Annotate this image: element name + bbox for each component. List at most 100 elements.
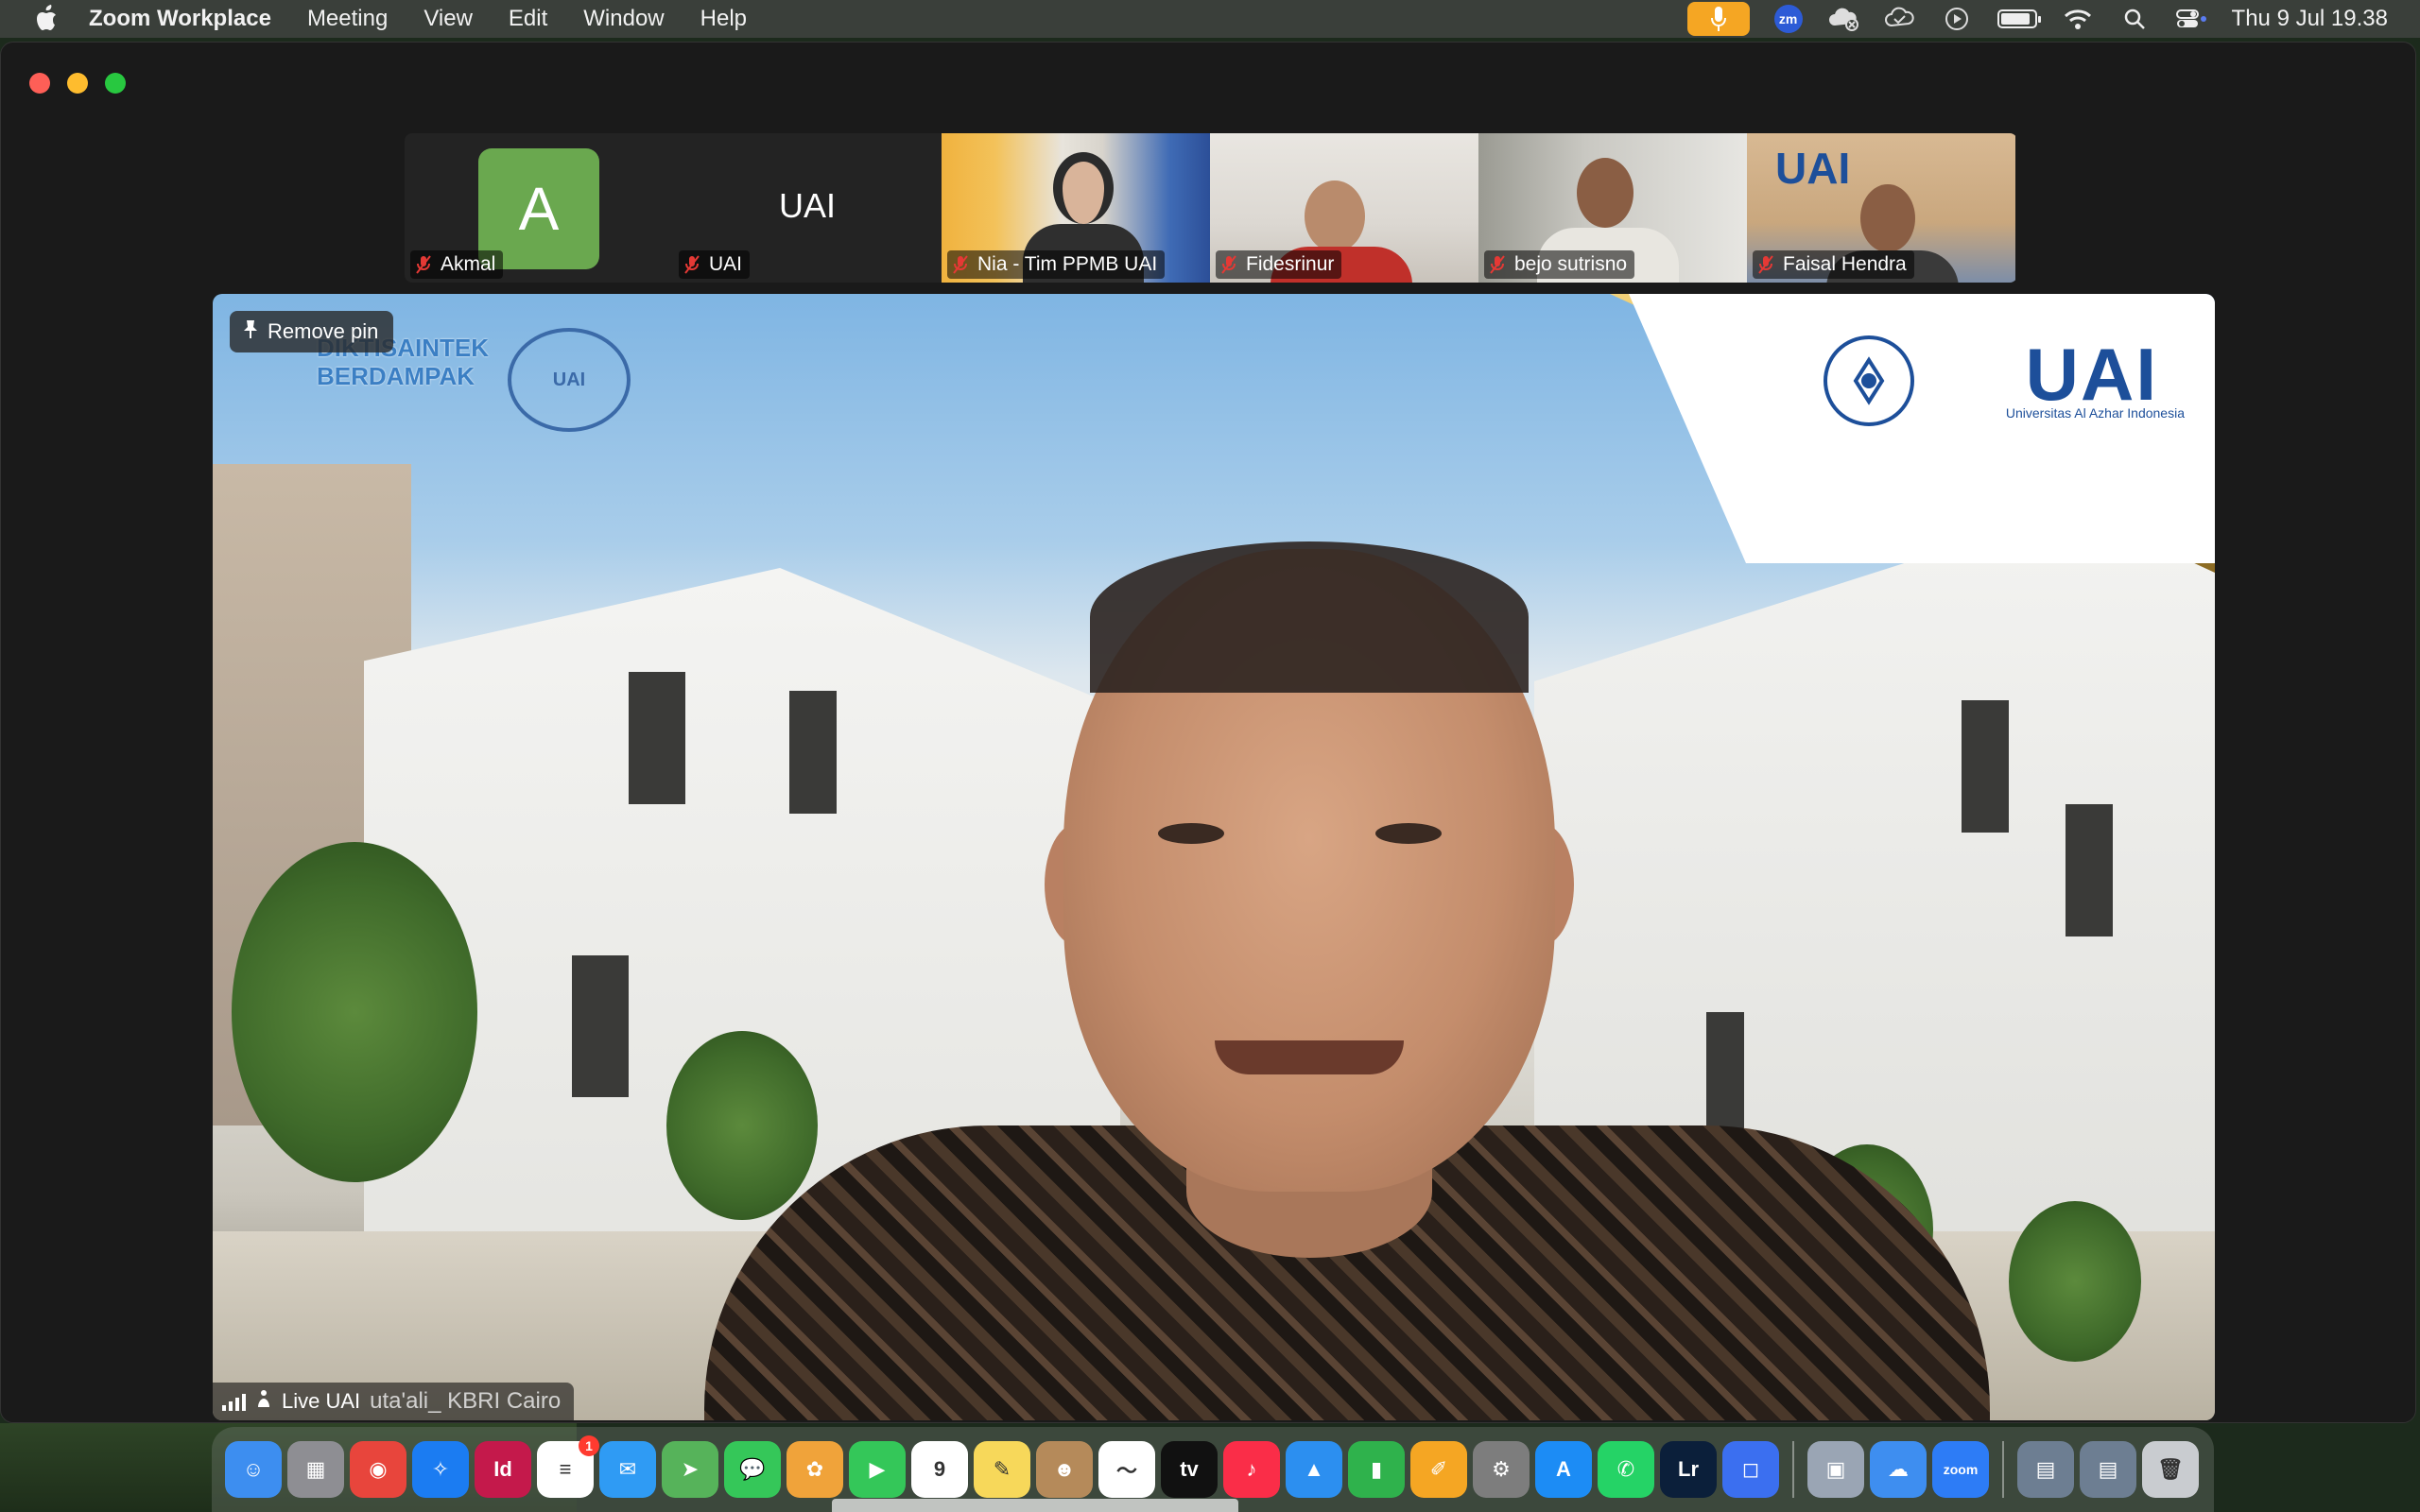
remove-pin-button[interactable]: Remove pin bbox=[230, 311, 394, 352]
participant-label: UAI bbox=[679, 250, 751, 279]
dock-app-system-settings[interactable]: ⚙ bbox=[1473, 1441, 1530, 1498]
background-window bbox=[629, 672, 685, 804]
freeform-icon: 〜 bbox=[1115, 1459, 1137, 1483]
muted-mic-icon bbox=[951, 254, 970, 275]
dock-app-trash[interactable]: 🗑 bbox=[2142, 1441, 2199, 1498]
dock-app-tv[interactable]: tv bbox=[1161, 1441, 1218, 1498]
dock-app-screen-sharing[interactable]: ◻ bbox=[1722, 1441, 1779, 1498]
dock-app-numbers[interactable]: ▮ bbox=[1348, 1441, 1405, 1498]
dock-app-app-store[interactable]: A bbox=[1535, 1441, 1592, 1498]
dock-app-lightroom[interactable]: Lr bbox=[1660, 1441, 1717, 1498]
safari-icon: ✧ bbox=[431, 1457, 450, 1481]
cloud-sync-icon[interactable] bbox=[1827, 5, 1859, 33]
event-seal-logo: UAI bbox=[508, 328, 631, 432]
dock-app-safari[interactable]: ✧ bbox=[412, 1441, 469, 1498]
preview-icon: ▣ bbox=[1825, 1457, 1846, 1481]
wifi-icon[interactable] bbox=[2062, 5, 2094, 33]
dock-app-recent-window-2[interactable]: ▤ bbox=[2080, 1441, 2136, 1498]
participant-video bbox=[1577, 158, 1634, 228]
foundation-emblem-icon bbox=[1824, 335, 1914, 426]
dock-app-maps[interactable]: ➤ bbox=[662, 1441, 718, 1498]
icloud-drive-icon: ☁ bbox=[1888, 1457, 1909, 1481]
menu-app-name[interactable]: Zoom Workplace bbox=[89, 6, 271, 32]
background-tree bbox=[2009, 1201, 2141, 1362]
search-icon[interactable] bbox=[2118, 5, 2151, 33]
recent-window-1-icon: ▤ bbox=[2035, 1457, 2056, 1481]
fullscreen-window-button[interactable] bbox=[105, 73, 126, 94]
microphone-in-use-icon[interactable] bbox=[1686, 2, 1750, 36]
dock-app-recent-window-1[interactable]: ▤ bbox=[2017, 1441, 2074, 1498]
control-center-icon[interactable] bbox=[2175, 5, 2207, 33]
apple-menu-icon[interactable] bbox=[32, 5, 60, 33]
dock: ☺ ▦ ◉ ✧ Id ≡ 1 ✉ ➤ 💬 ✿ ▶ 9 ✎ ☻ 〜 tv ♪ ▲ ▮ ✐ ⚙ A ✆ Lr ◻ ▣ ☁ zoom ▤ ▤ 🗑 bbox=[212, 1427, 2214, 1512]
participant-tile-faisal[interactable]: UAI Faisal Hendra bbox=[1747, 133, 2015, 283]
dock-app-finder[interactable]: ☺ bbox=[225, 1441, 282, 1498]
calendar-icon: 9 bbox=[933, 1457, 946, 1481]
participant-label: Nia - Tim PPMB UAI bbox=[947, 250, 1166, 279]
dock-app-icloud-drive[interactable]: ☁ bbox=[1870, 1441, 1927, 1498]
dock-app-whatsapp[interactable]: ✆ bbox=[1598, 1441, 1654, 1498]
play-icon[interactable] bbox=[1941, 5, 1973, 33]
app-store-icon: A bbox=[1556, 1457, 1571, 1481]
battery-icon[interactable] bbox=[1996, 9, 2041, 28]
zoom-status-icon[interactable]: zm bbox=[1773, 5, 1803, 33]
dock-app-chrome[interactable]: ◉ bbox=[350, 1441, 406, 1498]
dock-app-indesign[interactable]: Id bbox=[475, 1441, 531, 1498]
dock-app-notes[interactable]: ✎ bbox=[974, 1441, 1030, 1498]
dock-app-launchpad[interactable]: ▦ bbox=[287, 1441, 344, 1498]
dock-app-messages[interactable]: 💬 bbox=[724, 1441, 781, 1498]
dock-app-mail[interactable]: ✉ bbox=[599, 1441, 656, 1498]
participant-label: Akmal bbox=[410, 250, 504, 279]
dock-app-freeform[interactable]: 〜 bbox=[1098, 1441, 1155, 1498]
dock-app-calendar[interactable]: 9 bbox=[911, 1441, 968, 1498]
participant-tile-fidesrinur[interactable]: Fidesrinur bbox=[1210, 133, 1478, 283]
notification-badge: 1 bbox=[579, 1435, 599, 1456]
participant-tile-nia[interactable]: Nia - Tim PPMB UAI bbox=[942, 133, 1210, 283]
participant-label: Fidesrinur bbox=[1216, 250, 1342, 279]
close-window-button[interactable] bbox=[29, 73, 50, 94]
participant-tile-bejo[interactable]: bejo sutrisno bbox=[1478, 133, 1747, 283]
speaker-hair bbox=[1090, 541, 1529, 693]
dock-app-keynote[interactable]: ▲ bbox=[1286, 1441, 1342, 1498]
participant-tile-uai[interactable]: UAI UAI bbox=[673, 133, 942, 283]
speaker-mouth bbox=[1215, 1040, 1404, 1074]
maps-icon: ➤ bbox=[681, 1457, 700, 1481]
menu-meeting[interactable]: Meeting bbox=[307, 6, 388, 32]
muted-mic-icon bbox=[414, 254, 433, 275]
participant-tile-akmal[interactable]: A Akmal bbox=[405, 133, 673, 283]
menu-window[interactable]: Window bbox=[583, 6, 664, 32]
dock-app-music[interactable]: ♪ bbox=[1223, 1441, 1280, 1498]
dock-app-photos[interactable]: ✿ bbox=[786, 1441, 843, 1498]
background-window bbox=[789, 691, 837, 814]
reminders-icon: ≡ bbox=[559, 1457, 572, 1481]
contacts-icon: ☻ bbox=[1053, 1457, 1076, 1481]
menu-view[interactable]: View bbox=[424, 6, 473, 32]
dock-app-contacts[interactable]: ☻ bbox=[1036, 1441, 1093, 1498]
dock-app-facetime[interactable]: ▶ bbox=[849, 1441, 906, 1498]
dock-app-zoom[interactable]: zoom bbox=[1932, 1441, 1989, 1498]
participant-strip: A Akmal UAI UAI Nia - Tim PPMB UAI Fides… bbox=[405, 133, 2017, 283]
speaker-activity-icon bbox=[255, 1389, 272, 1414]
speaker-eye bbox=[1375, 823, 1442, 844]
dock-app-preview[interactable]: ▣ bbox=[1807, 1441, 1864, 1498]
dock-app-pages[interactable]: ✐ bbox=[1410, 1441, 1467, 1498]
system-settings-icon: ⚙ bbox=[1492, 1457, 1511, 1481]
photos-icon: ✿ bbox=[805, 1457, 824, 1481]
screen-sharing-icon: ◻ bbox=[1741, 1457, 1760, 1481]
active-speaker-video[interactable]: UAI Universitas Al Azhar Indonesia DIKTI… bbox=[213, 294, 2215, 1420]
recent-window-2-icon: ▤ bbox=[2098, 1457, 2118, 1481]
speaker-name: Live UAI bbox=[282, 1389, 361, 1413]
background-tree bbox=[232, 842, 477, 1182]
menu-clock[interactable]: Thu 9 Jul 19.38 bbox=[2232, 6, 2388, 32]
muted-mic-icon bbox=[1488, 254, 1507, 275]
menu-help[interactable]: Help bbox=[700, 6, 747, 32]
minimize-window-button[interactable] bbox=[67, 73, 88, 94]
background-window bbox=[2066, 804, 2113, 936]
dock-app-reminders[interactable]: ≡ 1 bbox=[537, 1435, 599, 1498]
chrome-icon: ◉ bbox=[369, 1457, 388, 1481]
cloud-check-icon[interactable] bbox=[1884, 5, 1916, 33]
participant-name: Akmal bbox=[441, 253, 496, 275]
menu-edit[interactable]: Edit bbox=[509, 6, 547, 32]
muted-mic-icon bbox=[1756, 254, 1775, 275]
finder-icon: ☺ bbox=[242, 1457, 265, 1481]
